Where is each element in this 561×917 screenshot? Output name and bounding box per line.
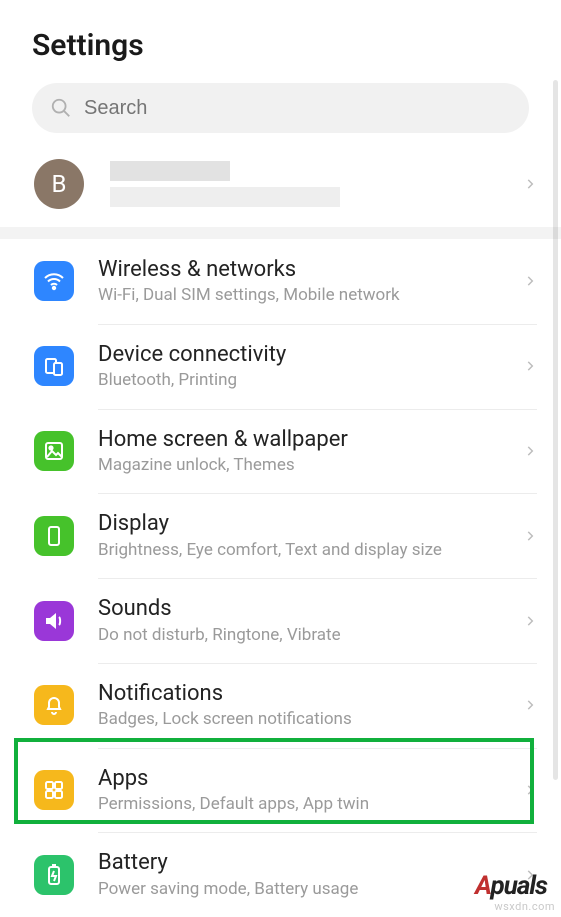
item-notifications[interactable]: Notifications Badges, Lock screen notifi… — [0, 663, 561, 748]
settings-screen: Settings B Wireless & networks Wi-Fi, Du… — [0, 0, 561, 917]
item-text: Sounds Do not disturb, Ringtone, Vibrate — [98, 596, 523, 645]
item-subtitle: Permissions, Default apps, App twin — [98, 794, 523, 814]
chevron-right-icon — [523, 610, 537, 632]
header: Settings — [0, 0, 561, 75]
chevron-right-icon — [523, 270, 537, 292]
item-display[interactable]: Display Brightness, Eye comfort, Text an… — [0, 493, 561, 578]
display-icon — [34, 516, 74, 556]
item-title: Battery — [98, 850, 523, 876]
scrollbar[interactable] — [553, 80, 558, 780]
avatar: B — [34, 159, 84, 209]
item-title: Apps — [98, 766, 523, 792]
item-subtitle: Wi-Fi, Dual SIM settings, Mobile network — [98, 285, 523, 305]
item-subtitle: Brightness, Eye comfort, Text and displa… — [98, 540, 523, 560]
chevron-right-icon — [523, 694, 537, 716]
account-text — [110, 161, 523, 207]
brand-watermark: Apuals — [475, 871, 547, 901]
search-icon — [50, 97, 72, 119]
item-text: Home screen & wallpaper Magazine unlock,… — [98, 427, 523, 476]
item-subtitle: Magazine unlock, Themes — [98, 455, 523, 475]
search-field[interactable] — [32, 83, 529, 133]
source-watermark: wsxdn.com — [494, 900, 555, 913]
item-title: Sounds — [98, 596, 523, 622]
item-subtitle: Power saving mode, Battery usage — [98, 879, 523, 899]
item-title: Device connectivity — [98, 342, 523, 368]
item-sounds[interactable]: Sounds Do not disturb, Ringtone, Vibrate — [0, 578, 561, 663]
search-row — [0, 75, 561, 147]
item-title: Display — [98, 511, 523, 537]
item-text: Battery Power saving mode, Battery usage — [98, 850, 523, 899]
chevron-right-icon — [523, 173, 537, 195]
item-text: Apps Permissions, Default apps, App twin — [98, 766, 523, 815]
chevron-right-icon — [523, 779, 537, 801]
chevron-right-icon — [523, 525, 537, 547]
item-text: Notifications Badges, Lock screen notifi… — [98, 681, 523, 730]
item-home-screen-wallpaper[interactable]: Home screen & wallpaper Magazine unlock,… — [0, 409, 561, 494]
account-name-redacted — [110, 161, 230, 181]
wifi-icon — [34, 261, 74, 301]
item-title: Notifications — [98, 681, 523, 707]
chevron-right-icon — [523, 440, 537, 462]
bell-icon — [34, 685, 74, 725]
settings-list: Wireless & networks Wi-Fi, Dual SIM sett… — [0, 239, 561, 917]
apps-icon — [34, 770, 74, 810]
item-subtitle: Bluetooth, Printing — [98, 370, 523, 390]
item-subtitle: Badges, Lock screen notifications — [98, 709, 523, 729]
devices-icon — [34, 346, 74, 386]
battery-icon — [34, 855, 74, 895]
item-text: Display Brightness, Eye comfort, Text an… — [98, 511, 523, 560]
item-wireless-networks[interactable]: Wireless & networks Wi-Fi, Dual SIM sett… — [0, 239, 561, 324]
account-detail-redacted — [110, 187, 340, 207]
item-text: Wireless & networks Wi-Fi, Dual SIM sett… — [98, 257, 523, 306]
wallpaper-icon — [34, 431, 74, 471]
chevron-right-icon — [523, 355, 537, 377]
item-apps[interactable]: Apps Permissions, Default apps, App twin — [0, 748, 561, 833]
item-text: Device connectivity Bluetooth, Printing — [98, 342, 523, 391]
item-subtitle: Do not disturb, Ringtone, Vibrate — [98, 625, 523, 645]
item-title: Wireless & networks — [98, 257, 523, 283]
item-device-connectivity[interactable]: Device connectivity Bluetooth, Printing — [0, 324, 561, 409]
item-title: Home screen & wallpaper — [98, 427, 523, 453]
page-title: Settings — [32, 28, 529, 63]
sound-icon — [34, 601, 74, 641]
search-input[interactable] — [84, 97, 511, 120]
account-row[interactable]: B — [0, 147, 561, 239]
